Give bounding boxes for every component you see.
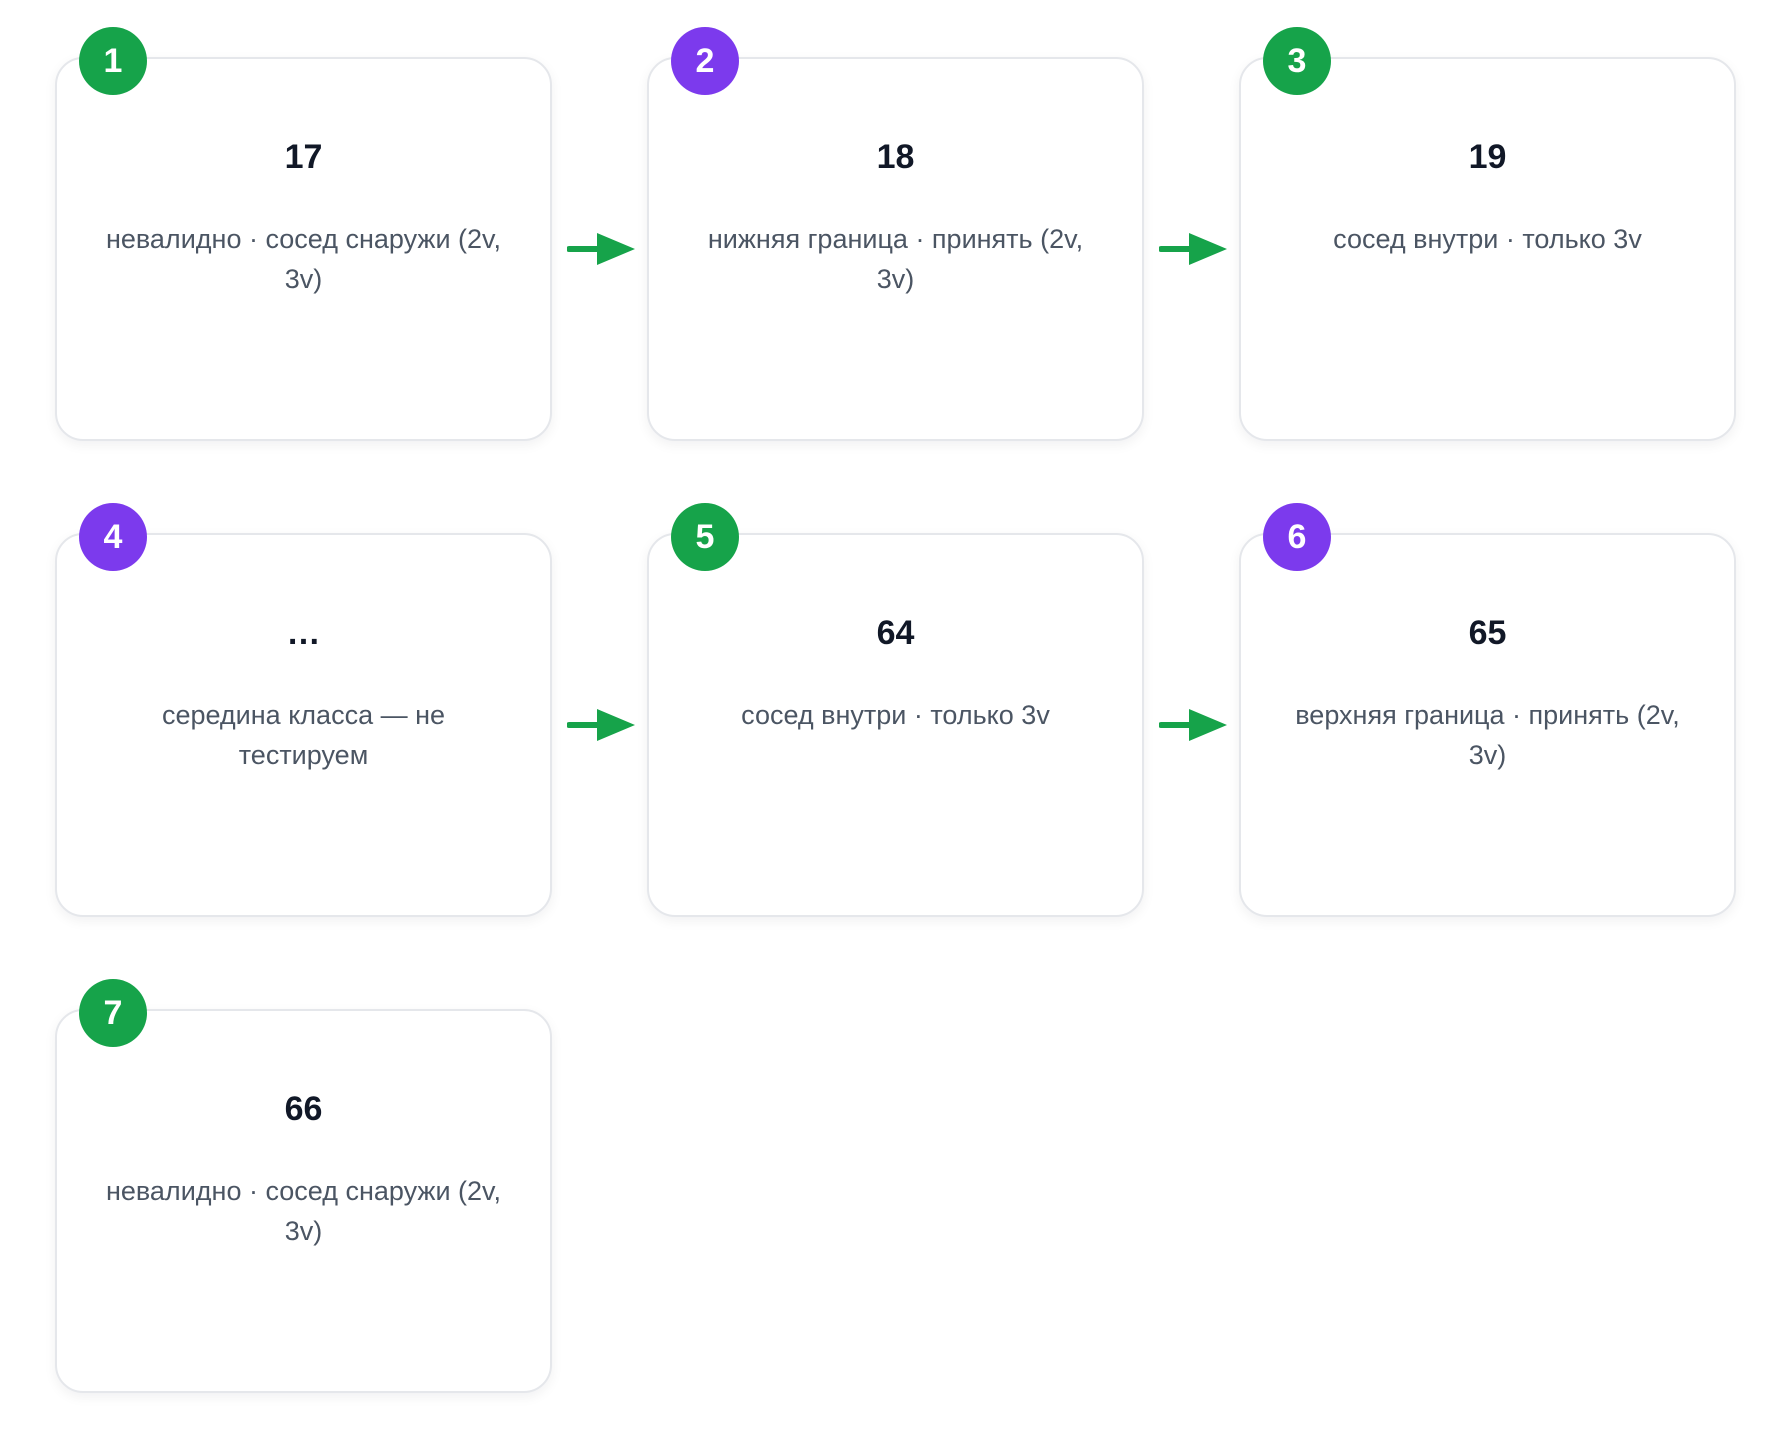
flow-arrow-icon [567, 709, 635, 741]
step-note: невалидно · сосед снаружи (2v, 3v) [105, 1176, 502, 1246]
step-number-badge-4: 4 [79, 503, 147, 571]
step-card-7: 66 невалидно · сосед снаружи (2v, 3v) [55, 1009, 552, 1393]
step-note: верхняя граница · принять (2v, 3v) [1295, 700, 1680, 770]
step-number-badge-2: 2 [671, 27, 739, 95]
step-number-badge-1: 1 [79, 27, 147, 95]
step-card-4: … середина класса — не тестируем [55, 533, 552, 917]
step-number-badge-6: 6 [1263, 503, 1331, 571]
step-card-5: 64 сосед внутри · только 3v [647, 533, 1144, 917]
step-value: 17 [284, 138, 323, 176]
step-number-badge-7: 7 [79, 979, 147, 1047]
step-number-badge-3: 3 [1263, 27, 1331, 95]
step-number-badge-5: 5 [671, 503, 739, 571]
step-card-3: 19 сосед внутри · только 3v [1239, 57, 1736, 441]
step-note: невалидно · сосед снаружи (2v, 3v) [105, 224, 502, 294]
step-value: 66 [284, 1090, 323, 1128]
flow-arrow-icon [567, 233, 635, 265]
step-value: 18 [876, 138, 915, 176]
step-card-6: 65 верхняя граница · принять (2v, 3v) [1239, 533, 1736, 917]
step-card-2: 18 нижняя граница · принять (2v, 3v) [647, 57, 1144, 441]
step-value: 19 [1468, 138, 1507, 176]
step-note: сосед внутри · только 3v [741, 700, 1050, 730]
boundary-value-diagram: 17 невалидно · сосед снаружи (2v, 3v) 1 18 н… [0, 0, 1790, 1453]
flow-arrow-icon [1159, 233, 1227, 265]
step-value: 64 [876, 614, 915, 652]
step-value: 65 [1468, 614, 1507, 652]
step-note: нижняя граница · принять (2v, 3v) [707, 224, 1084, 294]
flow-arrow-icon [1159, 709, 1227, 741]
step-note: середина класса — не тестируем [161, 700, 446, 770]
step-card-1: 17 невалидно · сосед снаружи (2v, 3v) [55, 57, 552, 441]
step-note: сосед внутри · только 3v [1333, 224, 1642, 254]
step-value: … [286, 614, 321, 652]
